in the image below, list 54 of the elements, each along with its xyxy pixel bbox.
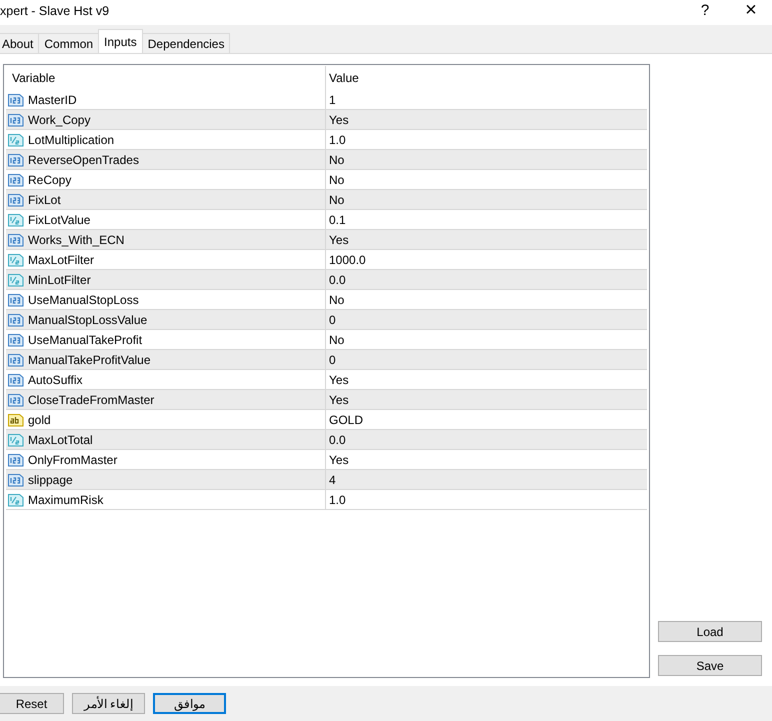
- variable-name: gold: [28, 412, 51, 426]
- variable-value[interactable]: 0.1: [326, 210, 346, 229]
- variable-name: FixLot: [28, 192, 61, 206]
- variable-name: ManualTakeProfitValue: [28, 352, 151, 366]
- variable-name: UseManualTakeProfit: [28, 332, 142, 346]
- tab[interactable]: Inputs: [98, 29, 143, 53]
- column-header: Variable: [6, 66, 326, 90]
- variable-value[interactable]: No: [326, 290, 344, 309]
- variable-name: CloseTradeFromMaster: [28, 392, 154, 406]
- side-button[interactable]: Load: [658, 621, 762, 642]
- variable-name: LotMultiplication: [28, 132, 114, 146]
- variable-name: slippage: [28, 472, 73, 486]
- variable-value[interactable]: Yes: [326, 450, 349, 469]
- variable-name: Works_With_ECN: [28, 232, 124, 246]
- column-header: Value: [328, 70, 359, 87]
- variable-value[interactable]: Yes: [326, 370, 349, 389]
- window-title: xpert - Slave Hst v9: [0, 4, 110, 18]
- variable-value[interactable]: No: [326, 330, 344, 349]
- variable-value[interactable]: 0: [326, 310, 336, 329]
- variable-name: ReverseOpenTrades: [28, 152, 139, 166]
- dialog-button[interactable]: إلغاء الأمر: [72, 693, 145, 714]
- variable-value[interactable]: 1.0: [326, 490, 346, 509]
- variable-name: AutoSuffix: [28, 372, 82, 386]
- variable-name: MinLotFilter: [28, 272, 91, 286]
- variable-name: MasterID: [28, 92, 77, 106]
- variable-name: OnlyFromMaster: [28, 452, 118, 466]
- side-button[interactable]: Save: [658, 655, 762, 676]
- variable-name: ReCopy: [28, 172, 72, 186]
- variable-value[interactable]: 1000.0: [326, 250, 366, 269]
- variable-name: FixLotValue: [28, 212, 90, 226]
- variable-name: MaxLotFilter: [28, 252, 94, 266]
- variable-value[interactable]: No: [326, 190, 344, 209]
- variable-name: ManualStopLossValue: [28, 312, 148, 326]
- variable-value[interactable]: 0.0: [326, 430, 346, 449]
- close-button[interactable]: ×: [736, 0, 766, 22]
- variable-value[interactable]: Yes: [326, 390, 349, 409]
- variable-name: Work_Copy: [28, 112, 90, 126]
- variable-value[interactable]: Yes: [326, 230, 349, 249]
- variable-value[interactable]: 0.0: [326, 270, 346, 289]
- variable-name: MaxLotTotal: [28, 432, 93, 446]
- help-button[interactable]: ?: [690, 0, 720, 22]
- variable-name: MaximumRisk: [28, 492, 104, 506]
- variable-value[interactable]: GOLD: [326, 410, 364, 429]
- variable-value[interactable]: Yes: [326, 110, 349, 129]
- variable-value[interactable]: No: [326, 170, 344, 189]
- variable-name: UseManualStopLoss: [28, 292, 139, 306]
- variable-value[interactable]: 1: [326, 90, 336, 109]
- variable-value[interactable]: 4: [326, 470, 336, 489]
- variable-value[interactable]: No: [326, 150, 344, 169]
- tab[interactable]: Dependencies: [142, 33, 230, 53]
- variable-value[interactable]: 0: [326, 350, 336, 369]
- reset-button[interactable]: Reset: [0, 693, 64, 714]
- dialog-button[interactable]: موافق: [153, 693, 226, 714]
- variable-value[interactable]: 1.0: [326, 130, 346, 149]
